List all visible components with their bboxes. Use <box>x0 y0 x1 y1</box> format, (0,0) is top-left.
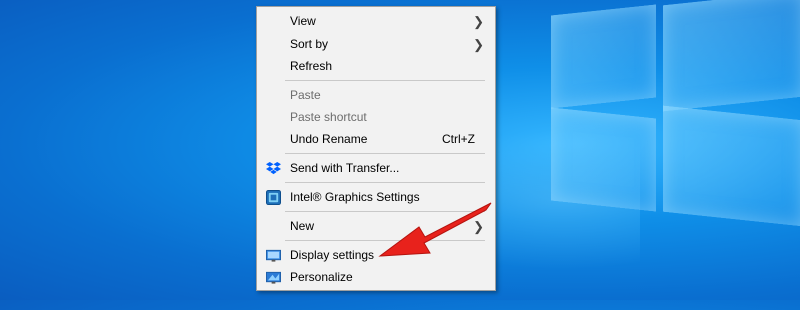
windows-logo-pane <box>663 0 800 112</box>
menu-item-paste-shortcut[interactable]: Paste shortcut <box>257 107 495 128</box>
menu-separator <box>285 211 485 212</box>
windows-logo <box>545 0 800 310</box>
menu-item-new[interactable]: New ❯ <box>257 216 495 237</box>
chevron-right-icon: ❯ <box>473 219 484 234</box>
menu-item-refresh[interactable]: Refresh <box>257 56 495 77</box>
windows-logo-pane <box>551 107 656 212</box>
chevron-right-icon: ❯ <box>473 37 484 52</box>
display-settings-icon <box>266 249 281 262</box>
menu-item-label: New <box>290 219 315 233</box>
windows-logo-pane <box>551 4 656 109</box>
menu-item-shortcut: Ctrl+Z <box>442 132 475 146</box>
menu-item-label: Paste <box>290 88 321 102</box>
menu-item-label: Display settings <box>290 248 375 262</box>
menu-separator <box>285 80 485 81</box>
personalize-icon <box>266 271 281 284</box>
menu-item-intel-graphics-settings[interactable]: Intel® Graphics Settings <box>257 187 495 208</box>
menu-item-send-with-transfer[interactable]: Send with Transfer... <box>257 158 495 179</box>
menu-item-sort-by[interactable]: Sort by ❯ <box>257 34 495 55</box>
menu-item-label: Paste shortcut <box>290 110 367 124</box>
menu-separator <box>285 240 485 241</box>
menu-item-view[interactable]: View ❯ <box>257 11 495 32</box>
desktop-context-menu: View ❯ Sort by ❯ Refresh Paste Paste sho… <box>256 6 496 291</box>
windows-logo-pane <box>663 105 800 227</box>
menu-item-label: Sort by <box>290 37 329 51</box>
menu-separator <box>285 182 485 183</box>
chevron-right-icon: ❯ <box>473 14 484 29</box>
dropbox-icon <box>266 161 281 175</box>
menu-item-label: View <box>290 14 316 28</box>
menu-item-label: Personalize <box>290 270 353 284</box>
menu-item-label: Undo Rename <box>290 132 368 146</box>
menu-separator <box>285 153 485 154</box>
intel-graphics-icon <box>266 190 281 205</box>
menu-item-label: Send with Transfer... <box>290 161 400 175</box>
menu-item-undo-rename[interactable]: Undo Rename Ctrl+Z <box>257 129 495 150</box>
menu-item-personalize[interactable]: Personalize <box>257 267 495 288</box>
menu-item-display-settings[interactable]: Display settings <box>257 245 495 266</box>
menu-item-paste[interactable]: Paste <box>257 85 495 106</box>
menu-item-label: Refresh <box>290 59 333 73</box>
menu-item-label: Intel® Graphics Settings <box>290 190 420 204</box>
